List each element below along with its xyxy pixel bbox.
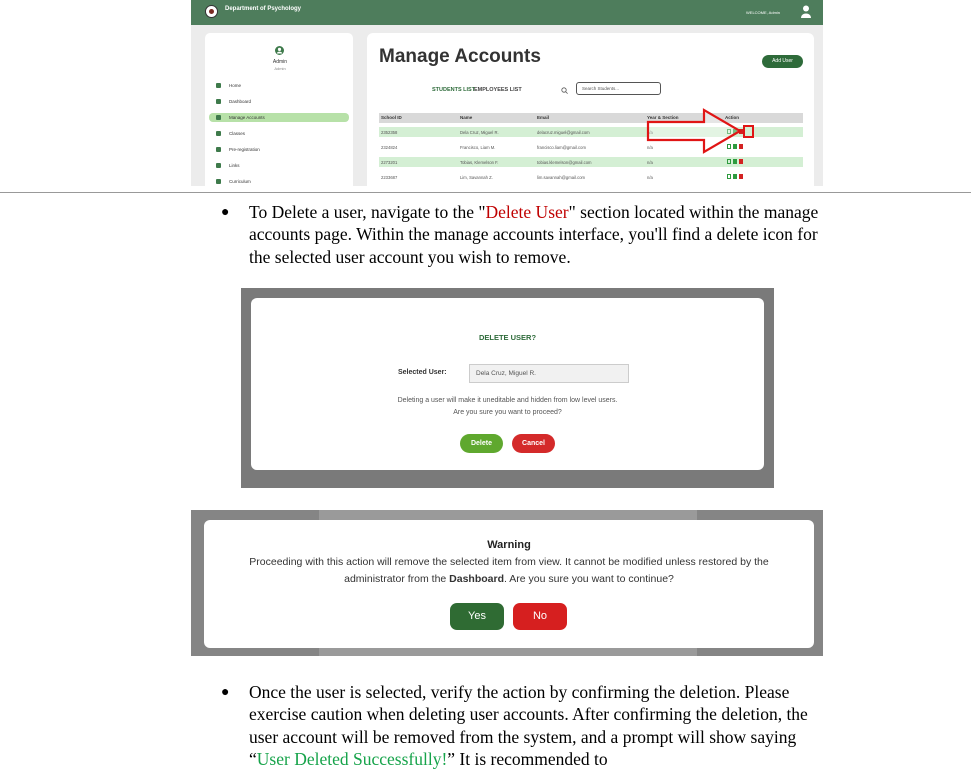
sidebar-item-classes[interactable]: Classes [209,129,349,138]
search-icon [561,87,568,94]
year-section: n/a [647,175,653,180]
edit-icon[interactable] [733,174,737,179]
graduation-cap-icon [216,179,221,184]
para1-highlight: Delete User [485,202,569,222]
sidebar-item-pre-registration[interactable]: Pre-registration [209,145,349,154]
row-actions [727,159,745,165]
welcome-text: WELCOME, Admin [746,10,781,15]
sidebar-item-manage-accounts[interactable]: Manage Accounts [209,113,349,122]
modal-question: Are you sure you want to proceed? [453,409,562,416]
classes-icon [216,131,221,136]
table-row: 2233687 Lim, Savannah Z. lim.savannah@gm… [379,172,803,182]
bullet-icon: ● [221,685,230,700]
table-row: 2273201 Tobias, Klemelson F. tobias.klem… [379,157,803,167]
school-id: 2352358 [381,130,398,135]
student-email: delacruz.miguel@gmail.com [537,130,590,135]
student-name: Tobias, Klemelson F. [460,160,499,165]
warning-text-part: administrator from the [344,573,450,585]
users-icon [216,115,221,120]
row-actions [727,174,745,180]
sidebar-item-home[interactable]: Home [209,81,349,90]
student-email: tobias.klemelson@gmail.com [537,160,592,165]
home-icon [216,83,221,88]
warning-screenshot: Warning Proceeding with this action will… [191,510,823,656]
instruction-paragraph-1: To Delete a user, navigate to the "Delet… [249,201,839,268]
student-name: Lim, Savannah Z. [460,175,493,180]
sidebar: Admin Admin Home Dashboard Manage Accoun… [205,33,353,186]
manage-accounts-screenshot: Department of Psychology WELCOME, Admin … [191,0,823,186]
view-icon[interactable] [727,174,731,179]
year-section: n/a [647,160,653,165]
admin-avatar-icon [275,46,284,55]
delete-button[interactable]: Delete [460,434,503,453]
student-email: lim.savannah@gmail.com [537,175,586,180]
column-header: Name [460,115,473,120]
view-icon[interactable] [727,159,731,164]
document-icon [216,147,221,152]
modal-message: Deleting a user will make it uneditable … [397,397,618,404]
bullet-icon: ● [221,205,230,220]
selected-user-label: Selected User: [398,369,447,376]
delete-highlight-box [743,125,754,138]
cancel-button[interactable]: Cancel [512,434,555,453]
callout-arrow-icon [646,108,742,154]
tab-students-list[interactable]: STUDENTS LIST [432,87,475,93]
admin-name: Admin [272,59,288,65]
admin-role: Admin [274,66,286,71]
student-name: Francisco, Liam M. [460,145,496,150]
para2-highlight: User Deleted Successfully! [256,748,448,769]
warning-text-line-1: Proceeding with this action will remove … [249,556,769,568]
link-icon [216,163,221,168]
delete-icon[interactable] [739,159,743,164]
student-name: Dela Cruz, Miguel R. [460,130,499,135]
warning-title: Warning [487,539,531,551]
warning-text-line-2: administrator from the Dashboard. Are yo… [204,573,814,585]
dashboard-icon [216,99,221,104]
tab-employees-list[interactable]: EMPLOYEES LIST [474,87,522,93]
warning-text-part: . Are you sure you want to continue? [504,573,674,585]
modal-title: DELETE USER? [478,333,537,342]
user-icon[interactable] [801,5,811,18]
delete-user-modal: DELETE USER? Selected User: Dela Cruz, M… [251,298,764,470]
delete-user-screenshot: DELETE USER? Selected User: Dela Cruz, M… [241,288,774,488]
dashboard-emphasis: Dashboard [449,573,505,585]
page-title: Manage Accounts [379,46,541,67]
column-header: Email [537,115,550,120]
school-id: 2324824 [381,145,398,150]
department-logo [205,5,218,18]
para1-text-before: To Delete a user, navigate to the " [249,202,486,222]
school-id: 2273201 [381,160,398,165]
edit-icon[interactable] [733,159,737,164]
sidebar-item-links[interactable]: Links [209,161,349,170]
para2-text-after: ” It is recommended to [447,748,608,769]
divider [0,192,971,193]
add-user-button[interactable]: Add User [762,55,803,68]
warning-modal: Warning Proceeding with this action will… [204,520,814,648]
selected-user-field: Dela Cruz, Miguel R. [469,364,629,383]
student-email: francisco.liam@gmail.com [537,145,586,150]
delete-icon[interactable] [739,174,743,179]
column-header: School ID [381,115,402,120]
main-panel: Manage Accounts Add User STUDENTS LIST E… [367,33,814,186]
sidebar-item-curriculum[interactable]: Curriculum [209,177,349,186]
department-title: Department of Psychology [225,6,302,12]
instruction-paragraph-2: Once the user is selected, verify the ac… [249,681,839,770]
search-input[interactable]: Search Students... [576,82,661,95]
top-navbar [191,0,823,25]
yes-button[interactable]: Yes [450,603,504,630]
school-id: 2233687 [381,175,398,180]
sidebar-item-dashboard[interactable]: Dashboard [209,97,349,106]
no-button[interactable]: No [513,603,567,630]
